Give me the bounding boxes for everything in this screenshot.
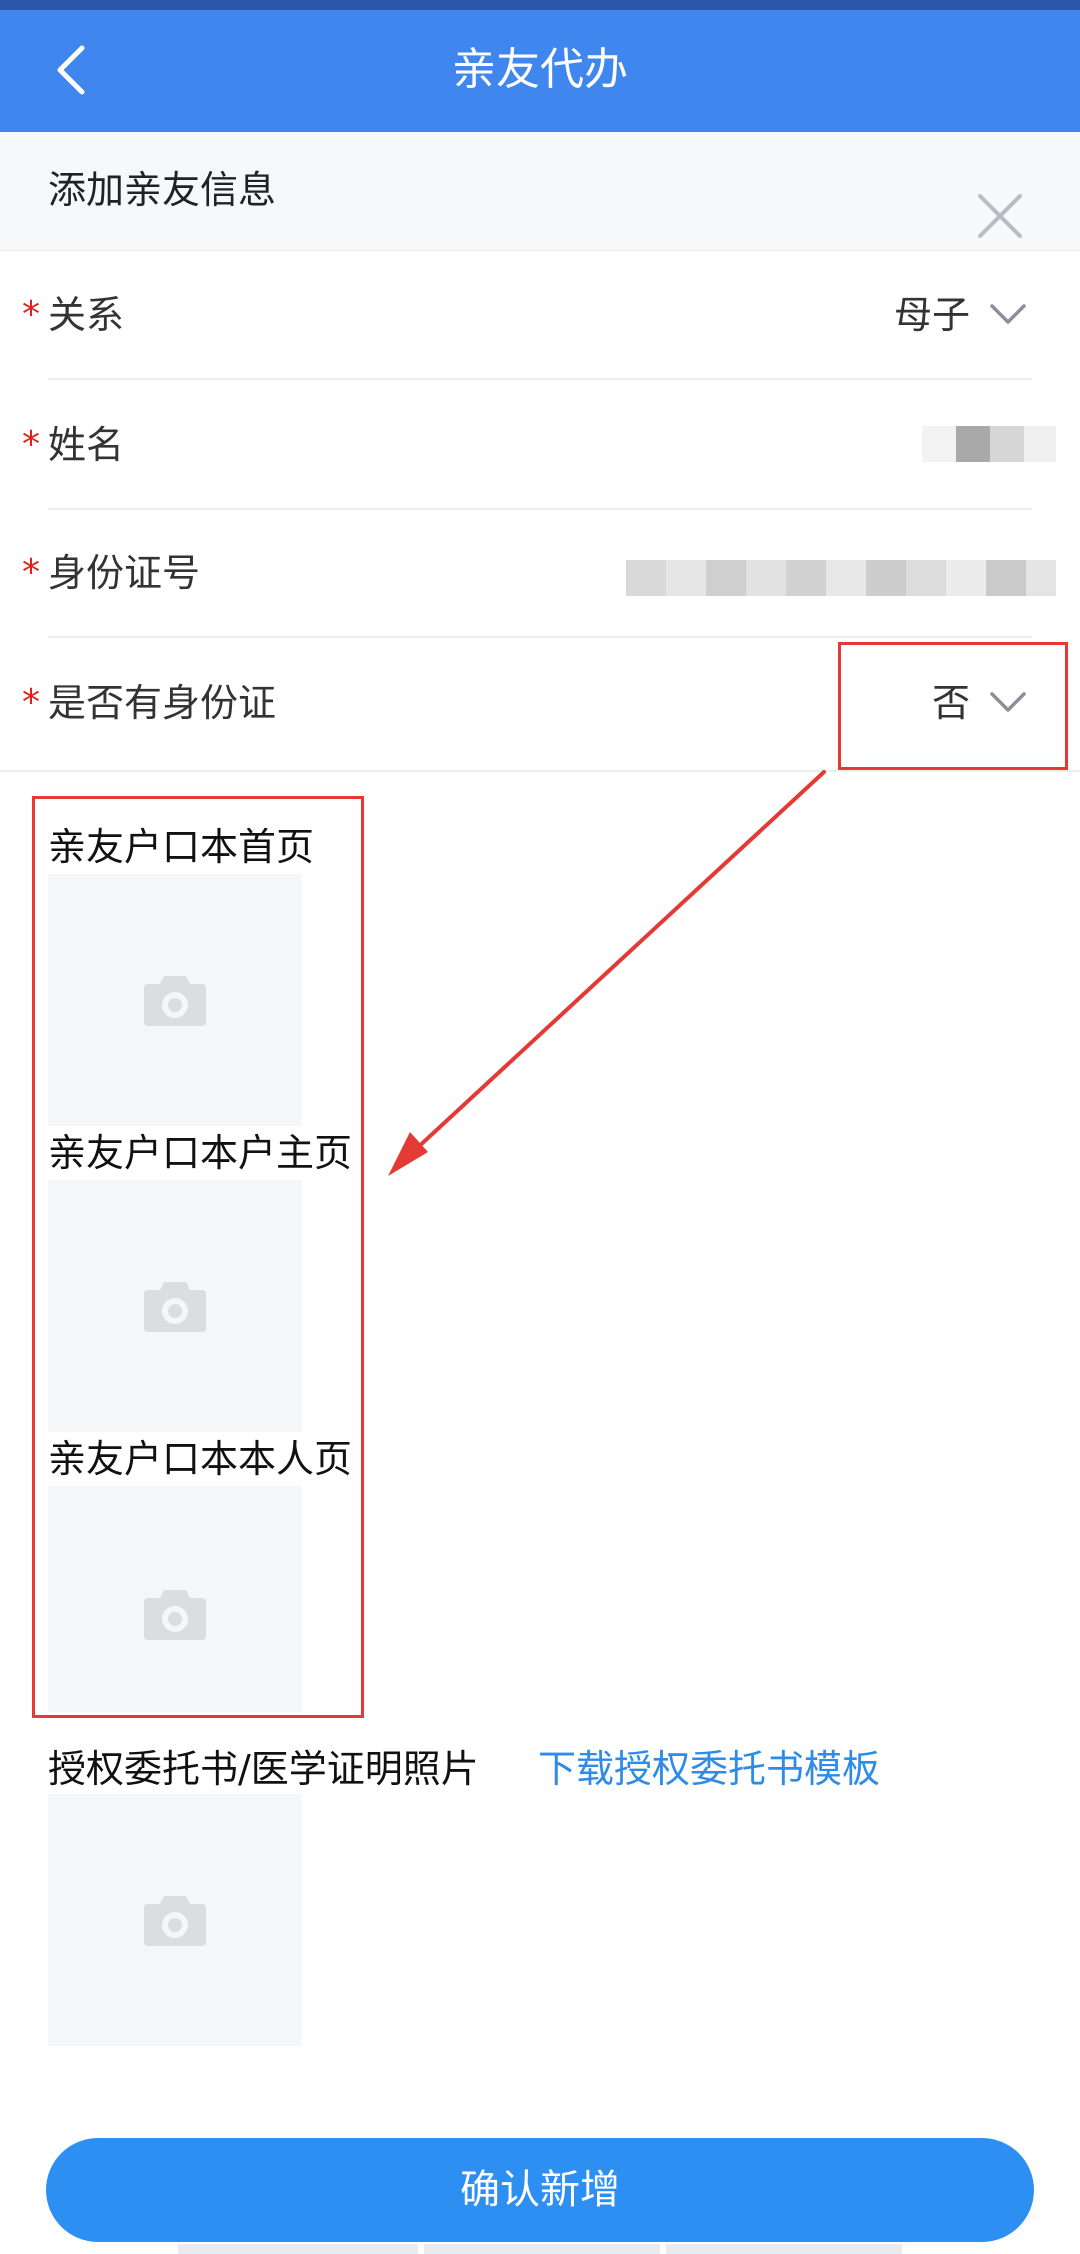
camera-icon (144, 1896, 206, 1946)
panel-header: 添加亲友信息 (0, 132, 1080, 251)
chevron-down-icon[interactable] (988, 300, 1028, 330)
row-divider (48, 378, 1032, 380)
annotation-arrow (388, 770, 826, 1176)
upload-household-first-page[interactable] (48, 874, 302, 1126)
name-label: 姓名 (48, 423, 125, 467)
required-mark: * (22, 424, 40, 465)
bottom-strip (424, 2244, 660, 2254)
annotation-box-has-id-select (838, 642, 1068, 770)
camera-icon (144, 976, 206, 1026)
relation-value: 母子 (893, 293, 970, 337)
upload-household-head-page[interactable] (48, 1180, 302, 1432)
app-header: 亲友代办 (0, 10, 1080, 132)
panel-title: 添加亲友信息 (48, 168, 277, 212)
has-id-card-label: 是否有身份证 (48, 681, 277, 725)
bottom-strip (178, 2244, 418, 2254)
status-bar-strip (0, 0, 1080, 10)
relation-row[interactable]: * 关系 母子 (0, 252, 1080, 380)
id-number-row[interactable]: * 身份证号 (0, 510, 1080, 638)
required-mark: * (22, 682, 40, 723)
upload-household-own-page[interactable] (48, 1486, 302, 1712)
camera-icon (144, 1282, 206, 1332)
row-divider (48, 636, 1032, 638)
required-mark: * (22, 552, 40, 593)
upload-authorization[interactable] (48, 1794, 302, 2046)
bottom-strip (666, 2244, 902, 2254)
upload-label-household-first-page: 亲友户口本首页 (48, 825, 315, 869)
name-row[interactable]: * 姓名 (0, 382, 1080, 510)
relation-label: 关系 (48, 293, 125, 337)
confirm-add-button[interactable]: 确认新增 (46, 2138, 1034, 2242)
id-number-label: 身份证号 (48, 551, 201, 595)
close-icon[interactable] (974, 190, 1026, 242)
download-template-link[interactable]: 下载授权委托书模板 (538, 1742, 880, 1796)
upload-label-household-head-page: 亲友户口本户主页 (48, 1131, 353, 1175)
name-value-redacted (922, 426, 1056, 462)
camera-icon (144, 1590, 206, 1640)
required-mark: * (22, 294, 40, 335)
id-number-value-redacted (626, 560, 1056, 596)
upload-label-household-own-page: 亲友户口本本人页 (48, 1437, 353, 1481)
upload-label-authorization: 授权委托书/医学证明照片 (48, 1747, 479, 1791)
page-title: 亲友代办 (452, 44, 628, 95)
